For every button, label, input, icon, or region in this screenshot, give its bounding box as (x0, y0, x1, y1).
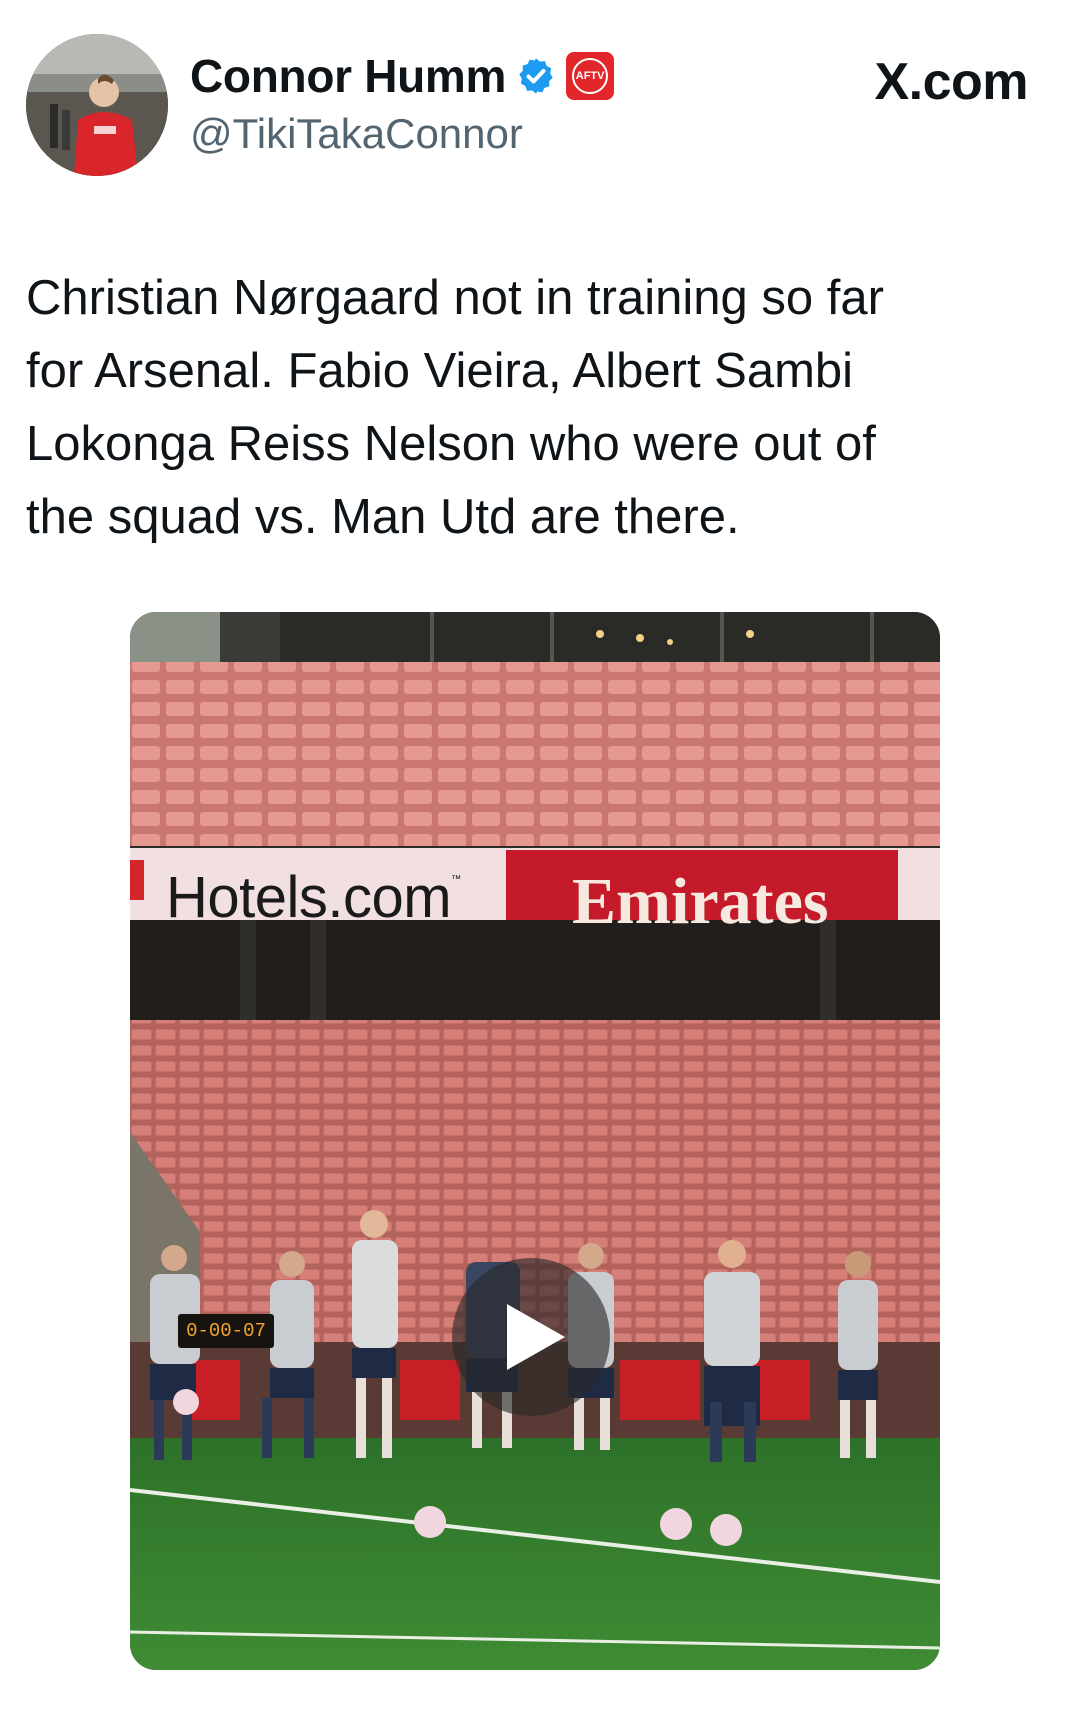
play-button[interactable] (452, 1258, 610, 1416)
video-thumbnail[interactable]: Hotels.com™ Emirates 0-00-07 (130, 612, 940, 1670)
author-name[interactable]: Connor Humm (190, 49, 506, 103)
avatar[interactable] (26, 34, 168, 176)
author-handle[interactable]: @TikiTakaConnor (190, 110, 523, 158)
hotels-signage: Hotels.com™ (166, 865, 461, 930)
avatar-image (26, 34, 168, 176)
affiliate-badge[interactable]: AFTV (566, 52, 615, 100)
stadium-photo (130, 612, 940, 1670)
source-site: X.com (874, 53, 1028, 111)
verified-icon (519, 58, 553, 94)
scoreboard: 0-00-07 (178, 1314, 274, 1348)
affiliate-badge-label: AFTV (572, 58, 609, 94)
tweet-text: Christian Nørgaard not in training so fa… (26, 271, 884, 544)
play-icon (507, 1304, 565, 1370)
author-row: Connor Humm AFTV (190, 48, 615, 104)
emirates-signage: Emirates (572, 865, 829, 938)
